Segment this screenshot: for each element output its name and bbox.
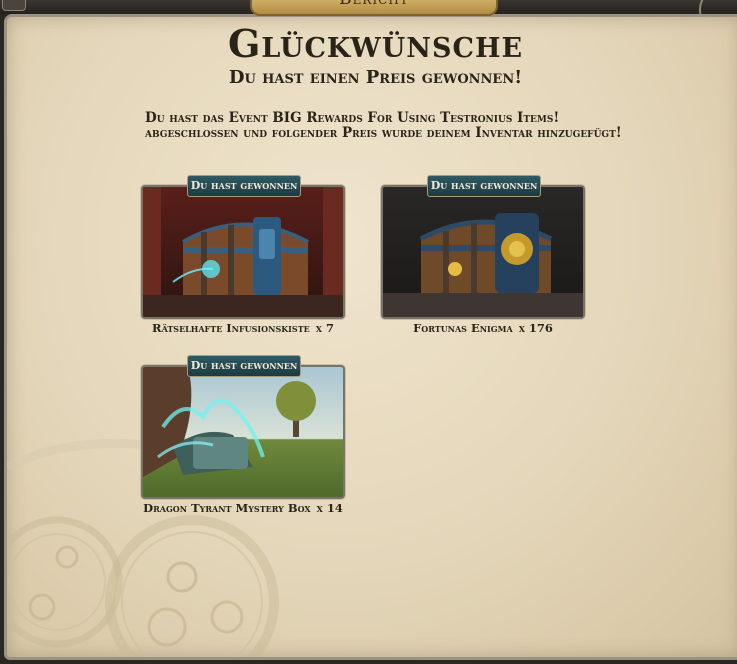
prize-quantity: x 7 (315, 321, 334, 335)
fortunas-enigma-chest-image (381, 185, 585, 319)
dialog-title: Glückwünsche (227, 21, 524, 66)
infusion-chest-image (141, 185, 345, 319)
dragon-tyrant-box-image (141, 365, 345, 499)
reward-message: Du hast das Event BIG Rewards For Using … (145, 110, 622, 141)
prize-name: Rätselhafte Infusionskiste (152, 321, 310, 335)
prize-banner: Du hast gewonnen (427, 175, 541, 197)
prize-quantity: x 176 (518, 321, 553, 335)
dialog-subtitle: Du hast einen Preis gewonnen! (228, 67, 523, 88)
prize-banner: Du hast gewonnen (187, 175, 301, 197)
prize-quantity: x 14 (316, 501, 343, 515)
prize-name: Dragon Tyrant Mystery Box (143, 501, 311, 515)
tab-label: Bericht (252, 0, 496, 9)
prize-name: Fortunas Enigma (413, 321, 513, 335)
corner-ornament-icon (2, 0, 26, 11)
tab-bericht[interactable]: Bericht (250, 0, 498, 16)
reward-dialog: Glückwünsche Du hast einen Preis gewonne… (4, 14, 737, 660)
prize-banner: Du hast gewonnen (187, 355, 301, 377)
